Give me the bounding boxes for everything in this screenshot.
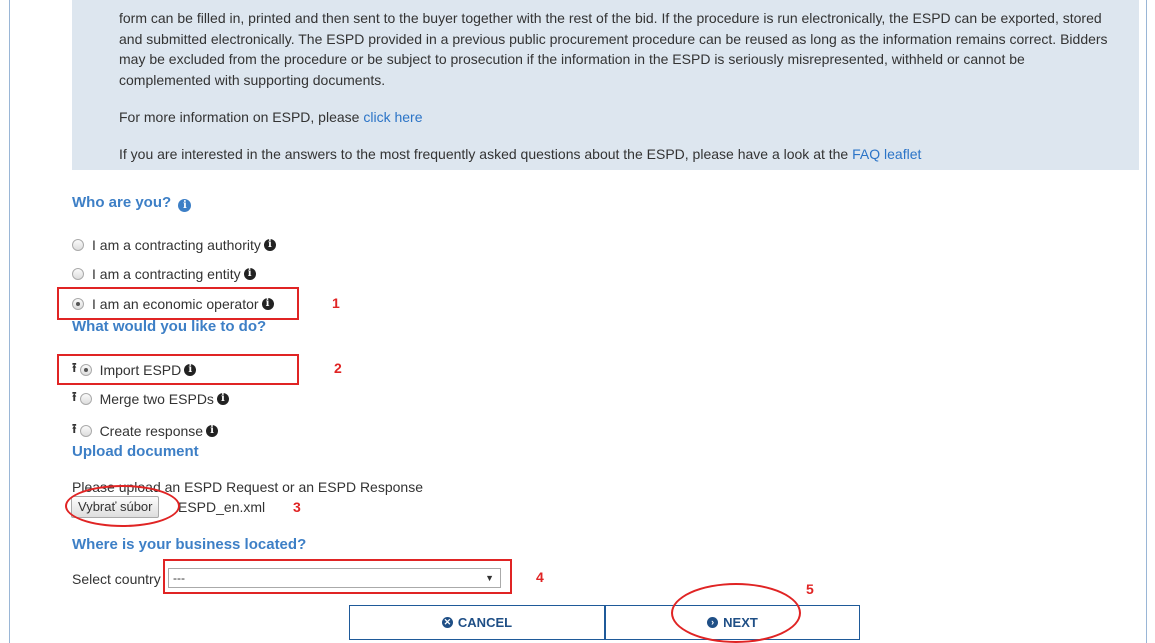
page-border-right bbox=[1146, 0, 1147, 643]
annotation-number-4: 4 bbox=[536, 569, 544, 585]
info-icon[interactable]: i bbox=[243, 268, 256, 280]
faq-line: If you are interested in the answers to … bbox=[119, 144, 1119, 165]
option-label: I am a contracting authority bbox=[92, 237, 261, 253]
faq-text: If you are interested in the answers to … bbox=[119, 145, 853, 162]
upload-document-heading: Upload document bbox=[72, 443, 199, 460]
more-info-text: For more information on ESPD, please bbox=[119, 109, 364, 125]
info-icon[interactable]: i bbox=[206, 425, 219, 437]
click-here-link[interactable]: click here bbox=[363, 109, 422, 125]
annotation-number-5: 5 bbox=[806, 581, 814, 597]
info-icon[interactable]: i bbox=[178, 199, 192, 212]
upload-icon: ⭱ bbox=[72, 421, 77, 436]
who-are-you-heading: Who are you? i bbox=[72, 194, 192, 212]
annotation-number-2: 2 bbox=[334, 360, 342, 376]
option-label: Merge two ESPDs bbox=[99, 391, 214, 407]
faq-leaflet-link[interactable]: FAQ leaflet bbox=[852, 146, 921, 162]
info-icon[interactable]: i bbox=[216, 393, 229, 405]
more-info-line: For more information on ESPD, please cli… bbox=[119, 107, 1119, 128]
what-to-do-heading: What would you like to do? bbox=[72, 318, 267, 335]
intro-panel: form can be filled in, printed and then … bbox=[72, 0, 1139, 170]
radio-option-merge-espds[interactable]: ⭱ Merge two ESPDs i bbox=[72, 389, 229, 408]
info-icon[interactable]: i bbox=[263, 239, 276, 251]
who-heading-text: Who are you? bbox=[72, 194, 172, 211]
cancel-button[interactable]: ✕ CANCEL bbox=[349, 605, 605, 640]
radio-option-contracting-entity[interactable]: I am a contracting entity i bbox=[72, 265, 256, 283]
cancel-label: CANCEL bbox=[457, 615, 513, 630]
business-location-heading: Where is your business located? bbox=[72, 536, 307, 553]
select-country-label: Select country bbox=[72, 571, 161, 587]
radio-button[interactable] bbox=[72, 268, 84, 280]
radio-button[interactable] bbox=[79, 425, 92, 437]
selected-file-name: ESPD_en.xml bbox=[178, 499, 266, 515]
option-label: I am a contracting entity bbox=[92, 266, 241, 282]
intro-paragraph: form can be filled in, printed and then … bbox=[119, 10, 1108, 88]
annotation-box-2 bbox=[57, 354, 299, 385]
radio-option-create-response[interactable]: ⭱ Create response i bbox=[72, 421, 219, 440]
upload-icon: ⭱ bbox=[72, 389, 77, 404]
radio-button[interactable] bbox=[79, 393, 92, 405]
annotation-oval-5 bbox=[671, 583, 801, 643]
radio-button[interactable] bbox=[72, 239, 84, 251]
page-border-left bbox=[9, 0, 10, 643]
annotation-number-3: 3 bbox=[293, 499, 301, 515]
cancel-icon: ✕ bbox=[441, 617, 453, 628]
annotation-box-4 bbox=[163, 559, 512, 594]
annotation-number-1: 1 bbox=[332, 295, 340, 311]
annotation-box-1 bbox=[57, 287, 299, 320]
option-label: Create response bbox=[99, 423, 204, 439]
radio-option-contracting-authority[interactable]: I am a contracting authority i bbox=[72, 236, 276, 254]
annotation-oval-3 bbox=[65, 485, 180, 527]
